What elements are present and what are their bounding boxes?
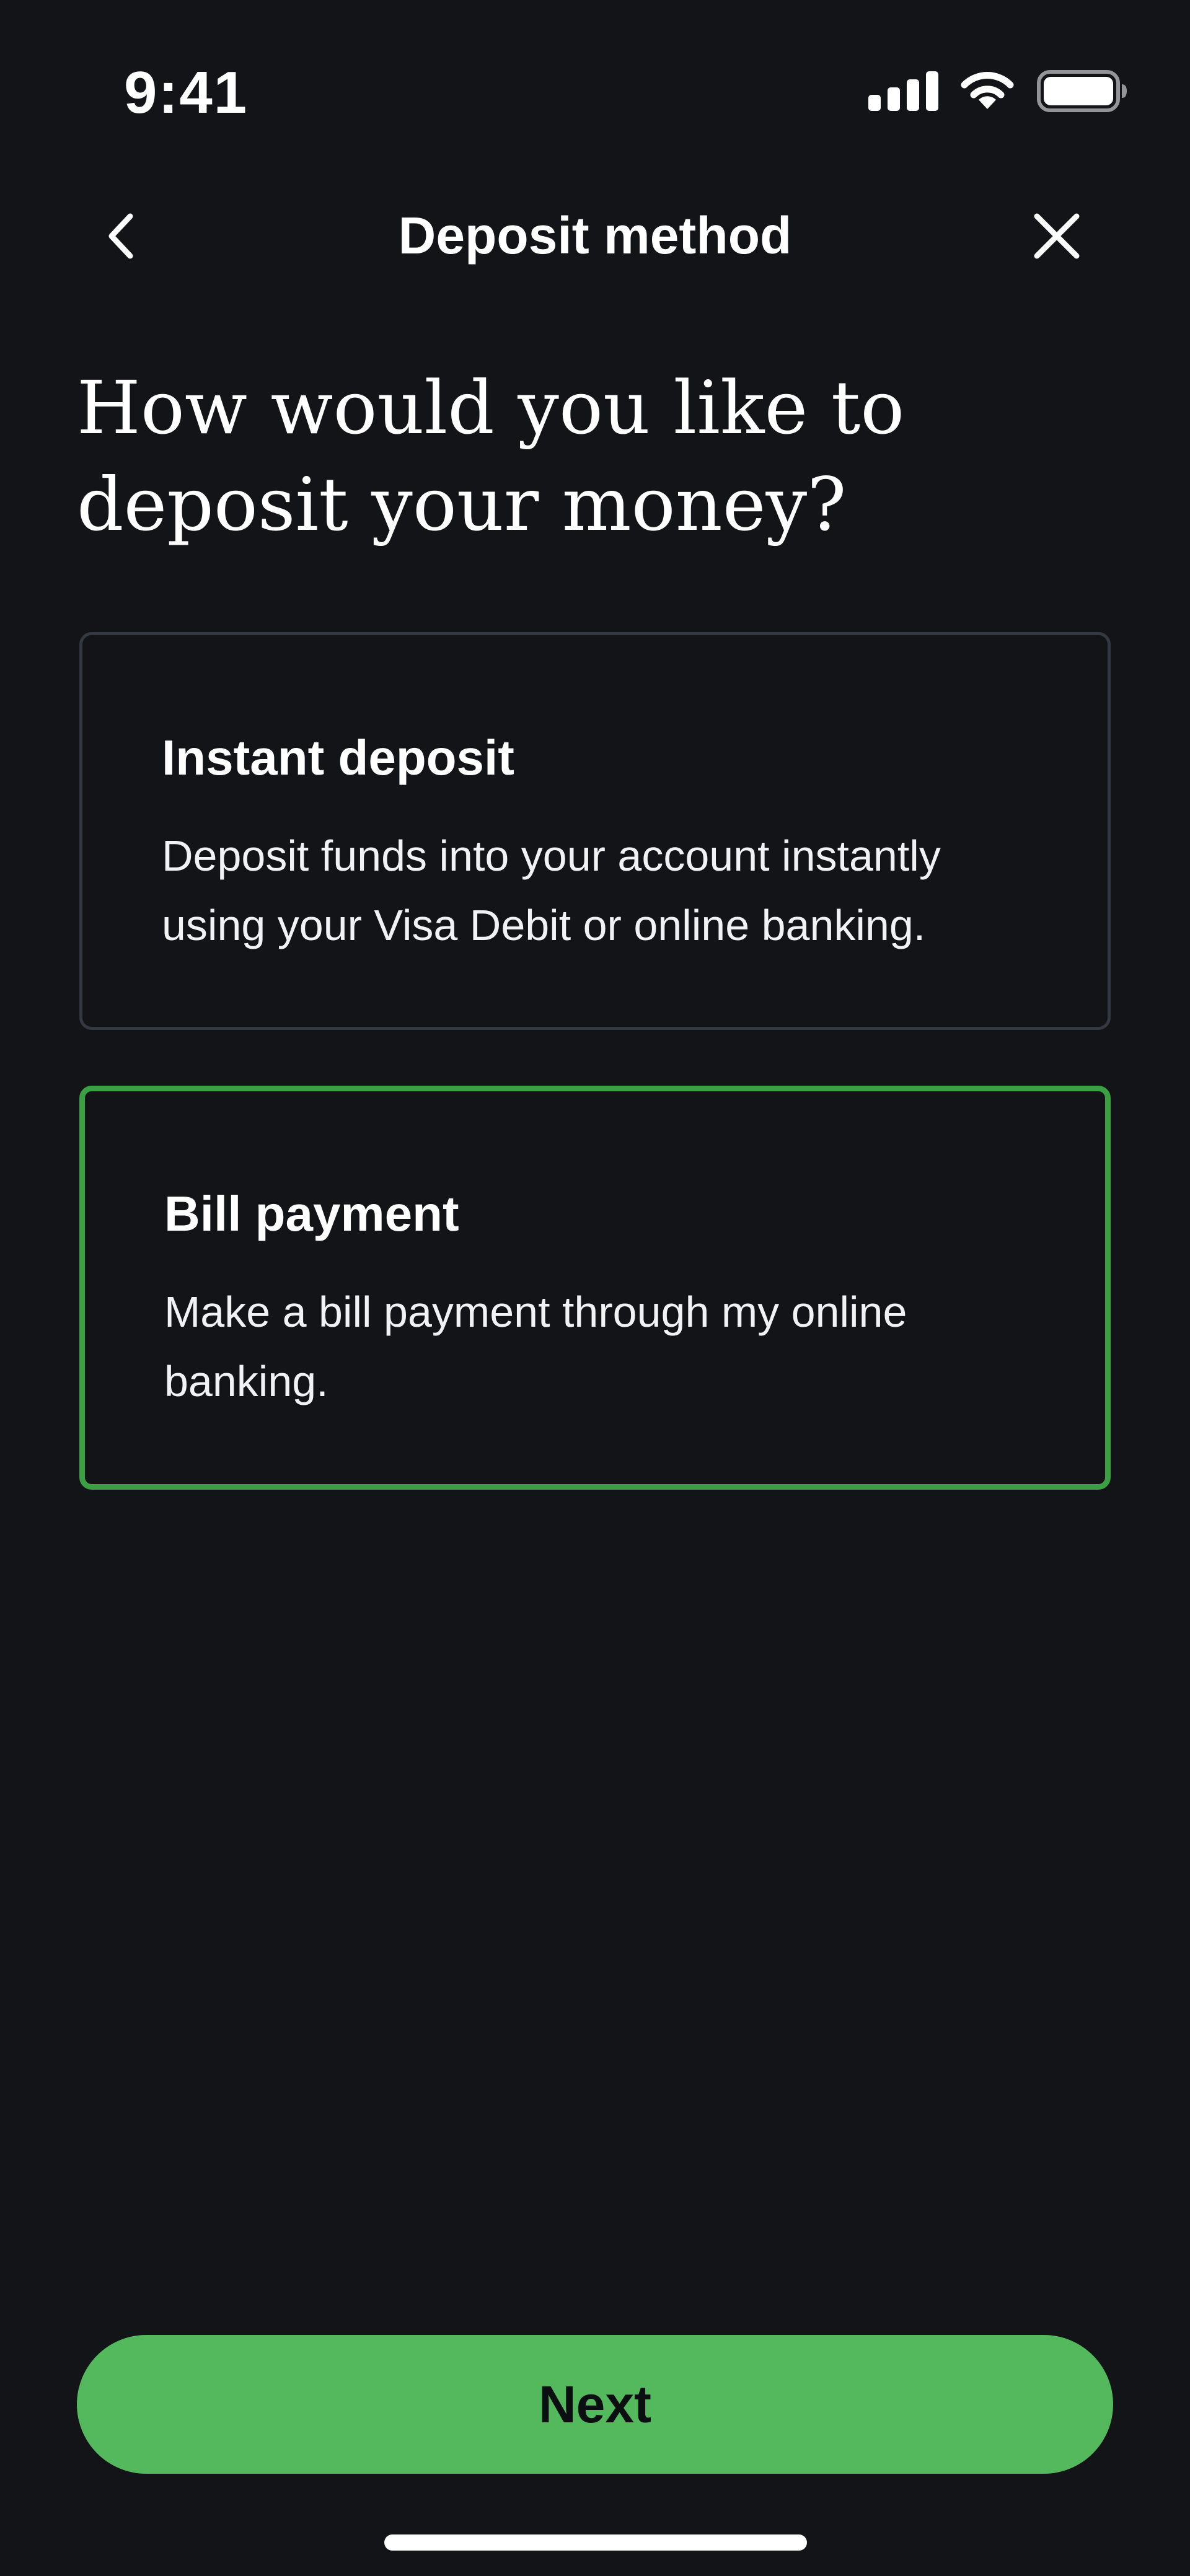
deposit-question-heading: How would you like to deposit your money… <box>77 365 905 547</box>
status-icons <box>868 69 1128 113</box>
home-indicator[interactable] <box>384 2534 807 2551</box>
next-button[interactable]: Next <box>77 2335 1113 2474</box>
option-title: Bill payment <box>164 1186 459 1241</box>
battery-icon <box>1037 70 1127 112</box>
status-bar: 9:41 <box>0 0 1190 186</box>
option-description: Make a bill payment through my online ba… <box>164 1288 907 1405</box>
nav-bar: Deposit method <box>0 186 1190 285</box>
wifi-icon <box>961 72 1014 109</box>
page-title: Deposit method <box>398 206 792 265</box>
status-time: 9:41 <box>124 59 249 126</box>
signal-icon <box>868 71 938 111</box>
close-icon <box>1034 213 1080 259</box>
option-description: Deposit funds into your account instantl… <box>162 832 941 949</box>
option-title: Instant deposit <box>162 730 514 785</box>
bill-payment-option[interactable]: Bill payment Make a bill payment through… <box>79 1086 1111 1490</box>
close-button[interactable] <box>1023 202 1091 270</box>
instant-deposit-option[interactable]: Instant deposit Deposit funds into your … <box>79 632 1111 1030</box>
